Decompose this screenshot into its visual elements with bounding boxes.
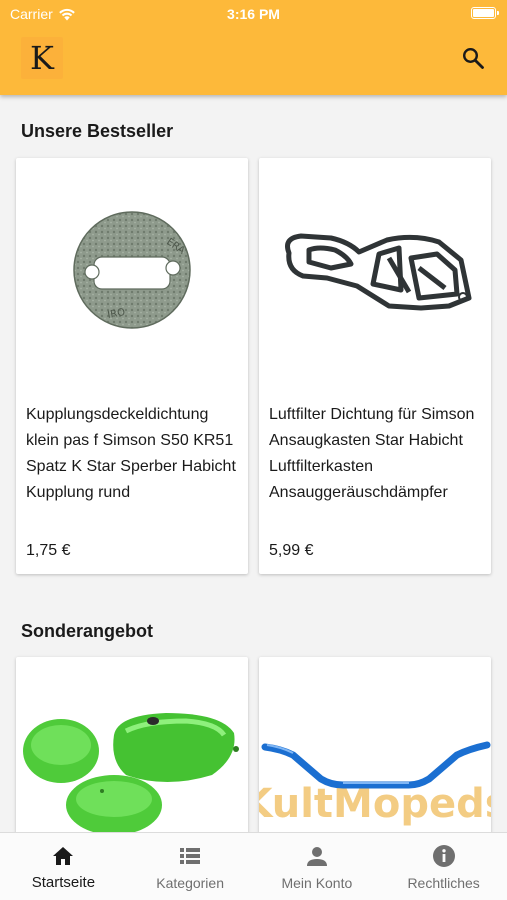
bestseller-heading: Unsere Bestseller [21, 121, 174, 141]
info-icon [431, 843, 457, 869]
home-icon [50, 843, 76, 869]
tab-label: Rechtliches [407, 875, 480, 891]
product-card[interactable]: Luftfilter Dichtung für Simson Ansaugkas… [259, 158, 491, 574]
status-time: 3:16 PM [227, 6, 280, 22]
product-title: Kupplungsdeckeldichtung klein pas f Sims… [26, 406, 236, 501]
search-icon [462, 47, 484, 69]
product-price: 1,75 € [26, 542, 71, 559]
home-content[interactable]: Unsere Bestseller ERA IRO Kupplungsdecke… [0, 95, 507, 832]
product-card[interactable] [16, 657, 248, 832]
list-icon [177, 843, 203, 869]
product-price: 5,99 € [269, 542, 314, 559]
blue-handlebar-image: KultMopeds [259, 741, 491, 827]
product-title: Luftfilter Dichtung für Simson Ansaugkas… [269, 406, 475, 501]
tab-startseite[interactable]: Startseite [0, 833, 127, 900]
search-button[interactable] [460, 45, 486, 71]
tab-bar: Startseite Kategorien Mein Konto Rechtli… [0, 832, 507, 900]
tab-mein-konto[interactable]: Mein Konto [254, 833, 381, 900]
product-image [16, 657, 248, 832]
product-image: KultMopeds [259, 657, 491, 832]
product-card[interactable]: ERA IRO Kupplungsdeckeldichtung klein pa… [16, 158, 248, 574]
battery-icon [471, 7, 499, 19]
tab-label: Startseite [31, 874, 96, 891]
tab-label: Kategorien [156, 875, 224, 891]
logo-letter: K [30, 39, 54, 77]
app-logo[interactable]: K [21, 37, 63, 79]
green-tank-set-image [23, 713, 239, 832]
tab-label: Mein Konto [281, 875, 353, 891]
tab-rechtliches[interactable]: Rechtliches [380, 833, 507, 900]
special-offer-heading: Sonderangebot [21, 621, 154, 641]
status-bar: Carrier 3:16 PM [0, 0, 507, 26]
gasket-airfilter-image [285, 233, 472, 311]
gasket-round-image: ERA IRO [73, 211, 191, 329]
app-bar: K [0, 26, 507, 95]
person-icon [304, 843, 330, 869]
product-image: ERA IRO [16, 158, 248, 390]
app-header: Carrier 3:16 PM K [0, 0, 507, 95]
tab-kategorien[interactable]: Kategorien [127, 833, 254, 900]
product-card[interactable]: KultMopeds [259, 657, 491, 832]
product-image [259, 158, 491, 390]
